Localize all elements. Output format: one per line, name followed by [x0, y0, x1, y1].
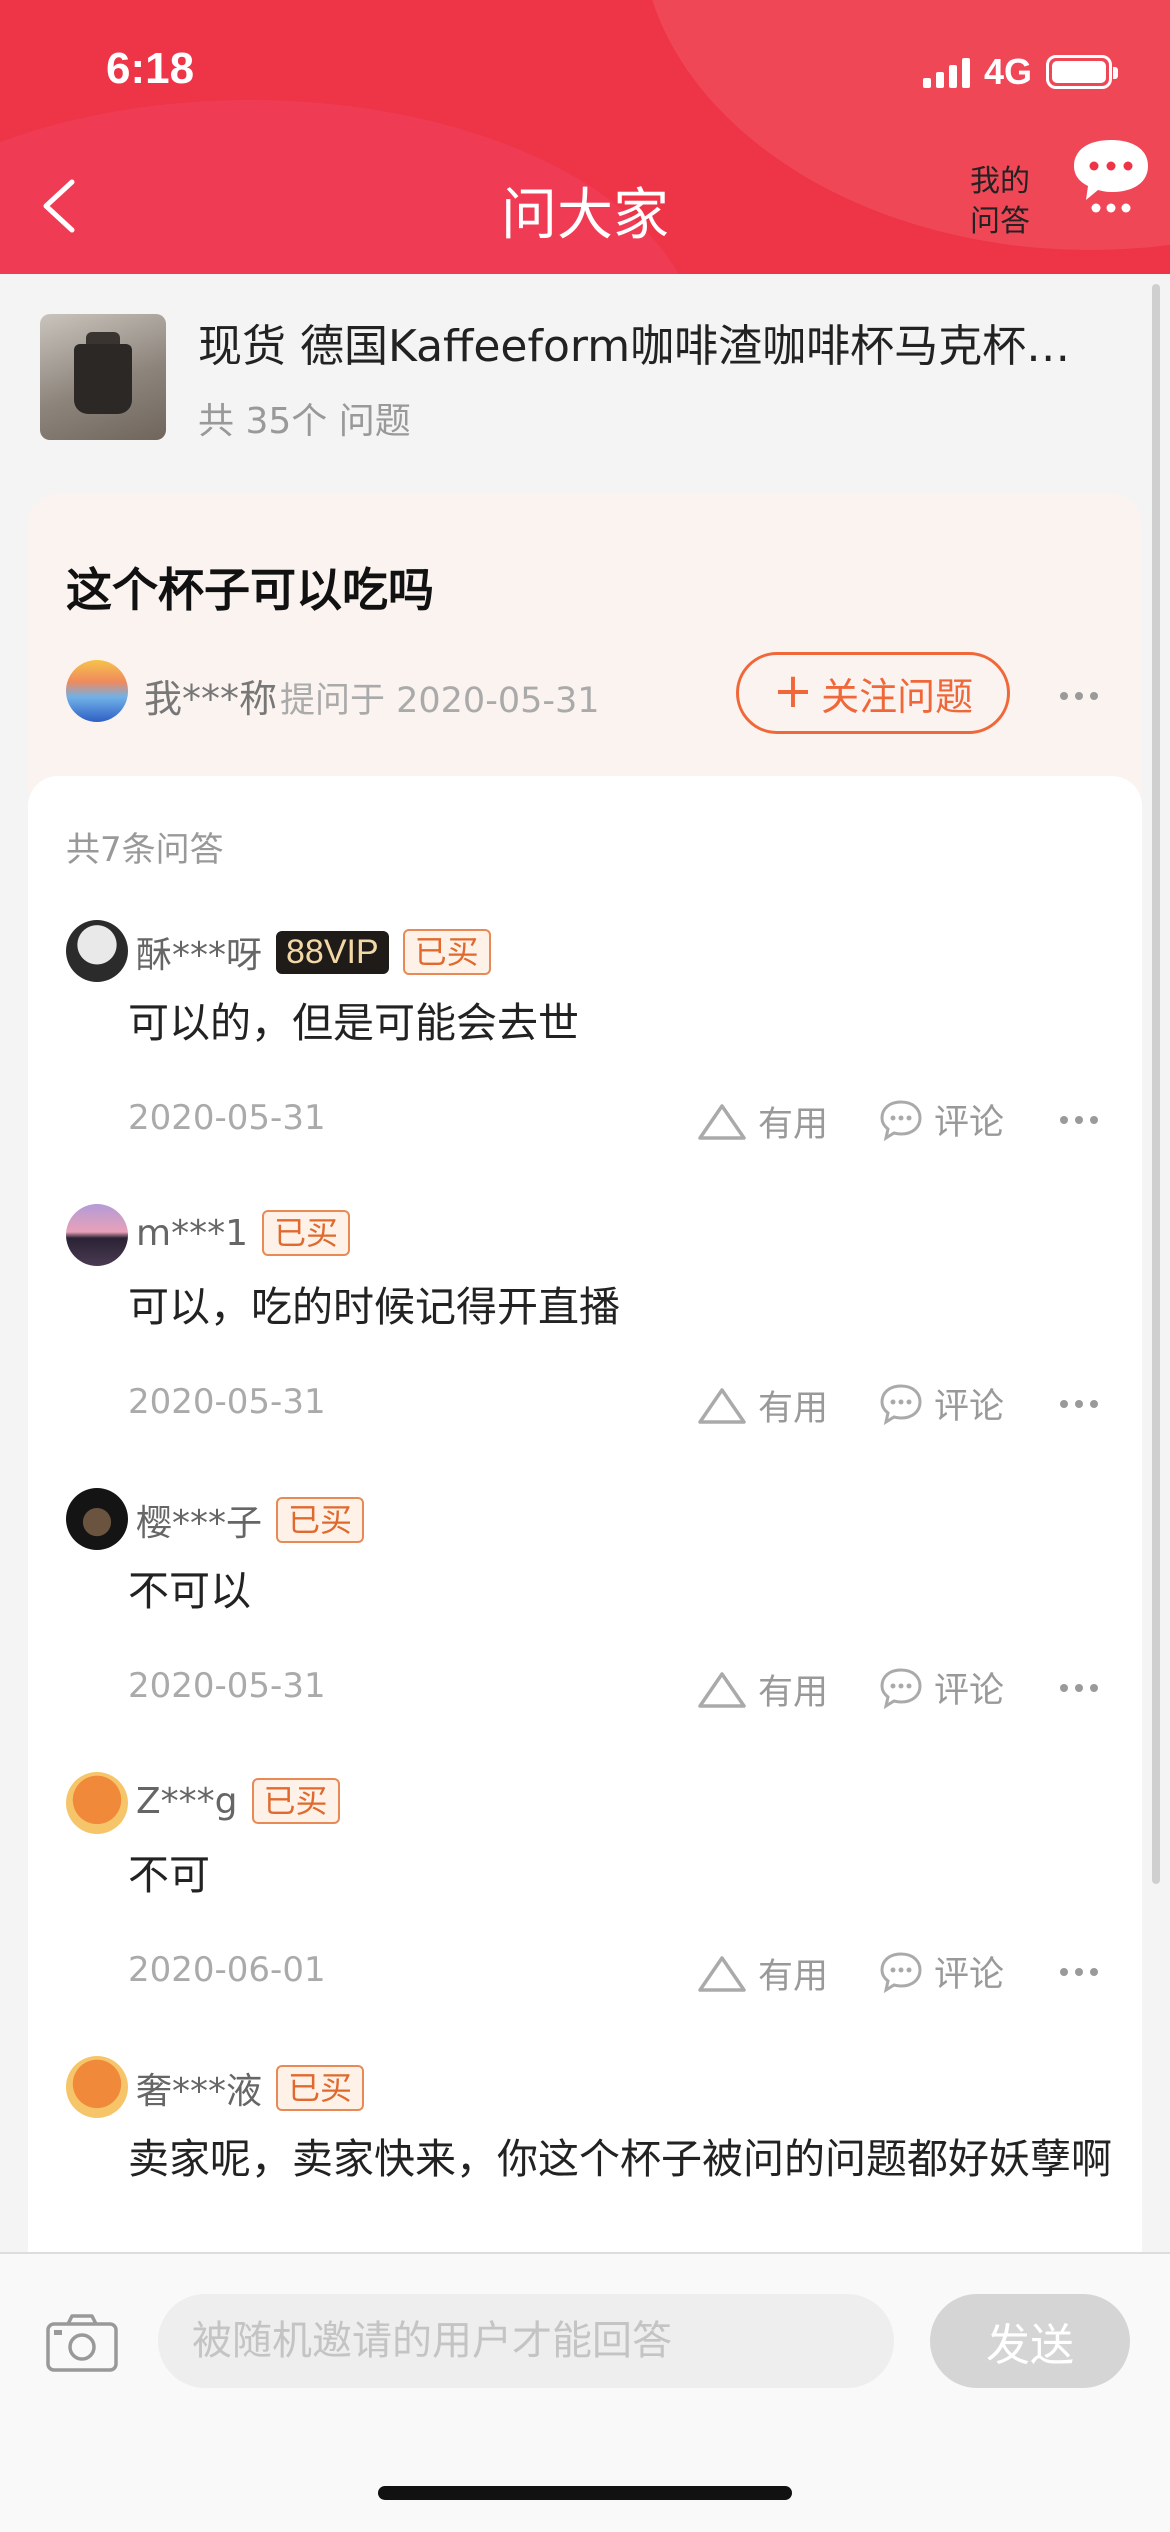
- answer-text: 不可以: [128, 1567, 251, 1615]
- avatar: [66, 660, 128, 722]
- triangle-up-icon: [698, 1955, 746, 1992]
- scrollbar[interactable]: [1152, 284, 1160, 1884]
- question-text: 这个杯子可以吃吗: [66, 563, 434, 617]
- comment-label: 评论: [934, 1955, 1005, 1995]
- bought-badge: 已买: [276, 1497, 365, 1543]
- comment-bubble-icon: [880, 1951, 922, 1993]
- signal-icon: [922, 56, 970, 88]
- my-qa-link[interactable]: 我的 问答: [960, 162, 1040, 242]
- avatar: [66, 1488, 128, 1550]
- product-thumbnail: [40, 314, 166, 440]
- comment-button[interactable]: 评论: [878, 1378, 1004, 1429]
- question-count: 共 35个 问题: [198, 401, 411, 442]
- more-options-icon[interactable]: [1060, 692, 1098, 700]
- answerer-name[interactable]: 奢***液: [136, 2062, 262, 2114]
- answer-date: 2020-05-31: [128, 1382, 326, 1422]
- more-options-icon[interactable]: [1060, 1968, 1098, 1976]
- answerer-name[interactable]: 酥***呀: [136, 926, 262, 978]
- useful-button[interactable]: 有用: [696, 1096, 828, 1147]
- more-options-icon[interactable]: [1060, 1684, 1098, 1692]
- answer-item: 奢***液 已买 卖家呢，卖家快来，你这个杯子被问的问题都好妖孽啊: [28, 2056, 1142, 2256]
- comment-bubble-icon: [880, 1667, 922, 1709]
- answer-text: 不可: [128, 1851, 210, 1899]
- answer-text: 可以，吃的时候记得开直播: [128, 1283, 620, 1331]
- useful-button[interactable]: 有用: [696, 1948, 828, 1999]
- useful-button[interactable]: 有用: [696, 1380, 828, 1431]
- triangle-up-icon: [698, 1103, 746, 1140]
- useful-button[interactable]: 有用: [696, 1664, 828, 1715]
- comment-button[interactable]: 评论: [878, 1094, 1004, 1145]
- comment-bubble-icon: [880, 1099, 922, 1141]
- status-icons: 4G: [922, 51, 1118, 92]
- answer-text: 卖家呢，卖家快来，你这个杯子被问的问题都好妖孽啊: [128, 2135, 1112, 2183]
- answer-date: 2020-05-31: [128, 1098, 326, 1138]
- follow-question-label: 关注问题: [821, 674, 974, 719]
- comment-bubble-icon: [880, 1383, 922, 1425]
- home-indicator: [378, 2486, 792, 2500]
- status-time: 6:18: [106, 44, 195, 93]
- answer-item: 酥***呀 88VIP 已买 可以的，但是可能会去世 2020-05-31 有用…: [28, 920, 1142, 1204]
- answer-date: 2020-06-01: [128, 1950, 326, 1990]
- camera-icon: [46, 2314, 118, 2372]
- answer-count: 共7条问答: [66, 830, 224, 870]
- bought-badge: 已买: [261, 1210, 350, 1256]
- chat-bubble-icon: [1074, 140, 1148, 213]
- answer-date: 2020-05-31: [128, 1666, 326, 1706]
- comment-button[interactable]: 评论: [878, 1662, 1004, 1713]
- useful-label: 有用: [758, 1673, 829, 1713]
- answer-text: 可以的，但是可能会去世: [128, 999, 579, 1047]
- triangle-up-icon: [698, 1671, 746, 1708]
- answerer-name[interactable]: 樱***子: [136, 1494, 262, 1546]
- header-bar: 6:18 4G 问大家 我的 问答: [0, 0, 1170, 274]
- more-options-icon[interactable]: [1060, 1400, 1098, 1408]
- camera-button[interactable]: [44, 2310, 120, 2374]
- my-qa-label-line1: 我的: [970, 164, 1030, 199]
- battery-icon: [1046, 55, 1118, 89]
- avatar: [66, 2056, 128, 2118]
- reply-input[interactable]: [158, 2294, 894, 2388]
- comment-label: 评论: [934, 1671, 1005, 1711]
- comment-label: 评论: [934, 1387, 1005, 1427]
- vip-badge: 88VIP: [276, 930, 389, 974]
- product-title: 现货 德国Kaffeeform咖啡渣咖啡杯马克杯…: [198, 321, 1071, 372]
- more-options-icon[interactable]: [1060, 1116, 1098, 1124]
- useful-label: 有用: [758, 1389, 829, 1429]
- useful-label: 有用: [758, 1105, 829, 1145]
- send-button[interactable]: 发送: [930, 2294, 1130, 2388]
- my-qa-label-line2: 问答: [970, 204, 1030, 239]
- bought-badge: 已买: [402, 929, 491, 975]
- comment-label: 评论: [934, 1103, 1005, 1143]
- triangle-up-icon: [698, 1387, 746, 1424]
- product-summary[interactable]: 现货 德国Kaffeeform咖啡渣咖啡杯马克杯… 共 35个 问题: [0, 274, 1170, 494]
- answer-item: Z***g 已买 不可 2020-06-01 有用 评论: [28, 1772, 1142, 2056]
- avatar: [66, 1204, 128, 1266]
- asked-date: 提问于 2020-05-31: [280, 681, 600, 721]
- answer-item: 樱***子 已买 不可以 2020-05-31 有用 评论: [28, 1488, 1142, 1772]
- plus-icon: +: [772, 663, 814, 719]
- answer-item: m***1 已买 可以，吃的时候记得开直播 2020-05-31 有用 评论: [28, 1204, 1142, 1488]
- avatar: [66, 1772, 128, 1834]
- question-card: 这个杯子可以吃吗 我***称 提问于 2020-05-31 + 关注问题: [28, 494, 1142, 794]
- avatar: [66, 920, 128, 982]
- answerer-name[interactable]: Z***g: [136, 1781, 238, 1822]
- useful-label: 有用: [758, 1957, 829, 1997]
- asker-name: 我***称: [144, 677, 278, 721]
- bought-badge: 已买: [251, 1778, 340, 1824]
- follow-question-button[interactable]: + 关注问题: [736, 652, 1010, 734]
- answerer-name[interactable]: m***1: [136, 1213, 248, 1254]
- answers-list: 共7条问答 酥***呀 88VIP 已买 可以的，但是可能会去世 2020-05…: [28, 776, 1142, 2256]
- comment-button[interactable]: 评论: [878, 1946, 1004, 1997]
- message-button[interactable]: [1068, 134, 1154, 218]
- network-type: 4G: [983, 51, 1032, 92]
- bought-badge: 已买: [276, 2065, 365, 2111]
